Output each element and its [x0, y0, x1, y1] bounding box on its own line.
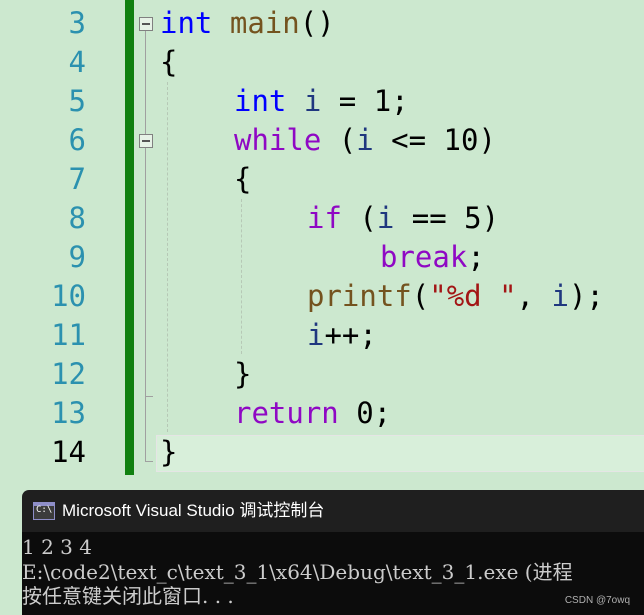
code-text: == 5)	[394, 201, 500, 235]
line-number: 9	[68, 240, 86, 274]
code-line-6[interactable]: while (i <= 10)	[234, 121, 496, 160]
code-text: (	[321, 123, 357, 157]
line-number: 7	[68, 162, 86, 196]
variable: i	[303, 84, 322, 118]
line-number: 4	[68, 45, 86, 79]
code-line-5[interactable]: int i = 1;	[234, 82, 409, 121]
code-text: (	[411, 279, 430, 313]
code-text: (	[341, 201, 377, 235]
code-line-7[interactable]: {	[234, 160, 251, 199]
console-icon-label: C:\	[36, 505, 53, 515]
console-title-bar[interactable]: C:\ Microsoft Visual Studio 调试控制台	[22, 490, 644, 532]
control-keyword: return	[234, 396, 339, 430]
console-output[interactable]: 1 2 3 4 E:\code2\text_c\text_3_1\x64\Deb…	[22, 532, 644, 615]
brace: {	[160, 45, 178, 79]
line-number: 5	[68, 84, 86, 118]
indent-guide	[241, 199, 242, 354]
current-line-highlight	[156, 435, 644, 472]
variable: i	[307, 318, 325, 352]
line-number-current: 14	[51, 435, 86, 469]
variable: i	[551, 279, 569, 313]
line-number: 12	[51, 357, 86, 391]
code-line-10[interactable]: printf("%d ", i);	[307, 277, 604, 316]
punctuation: ()	[299, 6, 335, 40]
code-line-3[interactable]: int main()	[160, 4, 335, 43]
code-text: ;	[467, 240, 485, 274]
code-line-14[interactable]: }	[160, 433, 177, 472]
console-output-line: E:\code2\text_c\text_3_1\x64\Debug\text_…	[22, 560, 573, 584]
line-number: 10	[51, 279, 86, 313]
change-tracking-bar	[125, 0, 134, 475]
control-keyword: while	[234, 123, 322, 157]
collapse-while-icon[interactable]	[139, 134, 153, 148]
string-literal: "%d "	[429, 279, 517, 313]
function-name: printf	[307, 279, 412, 313]
type-keyword: int	[234, 84, 287, 118]
code-text: ,	[516, 279, 552, 313]
line-number: 11	[51, 318, 86, 352]
control-keyword: break	[380, 240, 468, 274]
line-number: 3	[68, 6, 86, 40]
line-number-gutter: 3 4 5 6 7 8 9 10 11 12 13 14	[0, 0, 120, 475]
code-text: <= 10)	[373, 123, 496, 157]
variable: i	[356, 123, 374, 157]
console-output-line: 按任意键关闭此窗口. . .	[22, 584, 234, 608]
code-line-13[interactable]: return 0;	[234, 394, 391, 433]
brace: {	[234, 162, 252, 196]
code-text: ++;	[324, 318, 377, 352]
code-line-11[interactable]: i++;	[307, 316, 377, 355]
code-text: = 1;	[321, 84, 409, 118]
fold-end-marker	[145, 396, 153, 397]
code-line-8[interactable]: if (i == 5)	[307, 199, 499, 238]
control-keyword: if	[307, 201, 342, 235]
variable: i	[376, 201, 395, 235]
code-line-4[interactable]: {	[160, 43, 177, 82]
indent-guide	[167, 82, 168, 432]
brace: }	[160, 435, 178, 469]
code-line-9[interactable]: break;	[380, 238, 485, 277]
fold-end-marker	[145, 461, 153, 462]
console-title: Microsoft Visual Studio 调试控制台	[62, 501, 325, 520]
code-text: 0;	[338, 396, 392, 430]
collapse-main-icon[interactable]	[139, 17, 153, 31]
console-output-line: 1 2 3 4	[22, 535, 92, 559]
line-number: 13	[51, 396, 86, 430]
code-editor[interactable]: 3 4 5 6 7 8 9 10 11 12 13 14 int main() …	[0, 0, 644, 475]
code-text: );	[568, 279, 604, 313]
code-line-12[interactable]: }	[234, 355, 251, 394]
brace: }	[234, 357, 252, 391]
function-name: main	[229, 6, 300, 40]
console-app-icon: C:\	[33, 502, 55, 520]
type-keyword: int	[160, 6, 213, 40]
line-number: 6	[68, 123, 86, 157]
watermark: CSDN @7owq	[564, 595, 630, 606]
line-number: 8	[68, 201, 86, 235]
